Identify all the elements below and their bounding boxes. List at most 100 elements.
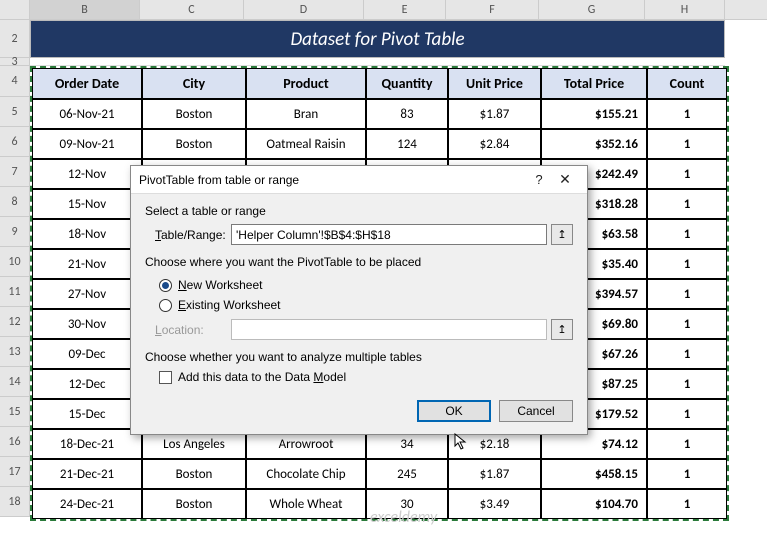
row-header[interactable]: 11 xyxy=(0,277,30,307)
cell-order-date[interactable]: 18-Nov xyxy=(32,219,142,249)
header-quantity[interactable]: Quantity xyxy=(366,68,448,99)
cell-product[interactable]: Chocolate Chip xyxy=(246,459,366,489)
row-header[interactable]: 6 xyxy=(0,127,30,157)
column-header-row: B C D E F G H xyxy=(0,0,767,20)
help-button[interactable]: ? xyxy=(527,172,551,187)
radio-existing-worksheet[interactable]: Existing Worksheet xyxy=(159,295,573,315)
checkbox-icon xyxy=(159,371,172,384)
row-header[interactable]: 14 xyxy=(0,367,30,397)
cell-count[interactable]: 1 xyxy=(647,399,727,429)
radio-new-worksheet[interactable]: New Worksheet xyxy=(159,275,573,295)
cell-total-price[interactable]: $104.70 xyxy=(541,489,647,519)
range-label: Table/Range: xyxy=(145,228,231,242)
row-header[interactable]: 2 xyxy=(0,20,30,58)
ok-button[interactable]: OK xyxy=(417,400,491,422)
col-header-E[interactable]: E xyxy=(364,0,446,19)
header-count[interactable]: Count xyxy=(647,68,727,99)
header-unit-price[interactable]: Unit Price xyxy=(448,68,541,99)
cell-total-price[interactable]: $352.16 xyxy=(541,129,647,159)
cell-quantity[interactable]: 30 xyxy=(366,489,448,519)
cell-count[interactable]: 1 xyxy=(647,339,727,369)
cell-count[interactable]: 1 xyxy=(647,189,727,219)
cell-product[interactable]: Bran xyxy=(246,99,366,129)
cell-order-date[interactable]: 12-Nov xyxy=(32,159,142,189)
cell-city[interactable]: Boston xyxy=(142,129,246,159)
cell-product[interactable]: Oatmeal Raisin xyxy=(246,129,366,159)
cell-city[interactable]: Boston xyxy=(142,489,246,519)
row-header[interactable]: 17 xyxy=(0,457,30,487)
cell-order-date[interactable]: 27-Nov xyxy=(32,279,142,309)
cell-order-date[interactable]: 18-Dec-21 xyxy=(32,429,142,459)
cell-order-date[interactable]: 12-Dec xyxy=(32,369,142,399)
cell-unit-price[interactable]: $3.49 xyxy=(448,489,541,519)
row-header[interactable]: 10 xyxy=(0,247,30,277)
cell-count[interactable]: 1 xyxy=(647,159,727,189)
cell-order-date[interactable]: 06-Nov-21 xyxy=(32,99,142,129)
cell-count[interactable]: 1 xyxy=(647,219,727,249)
cell-order-date[interactable]: 24-Dec-21 xyxy=(32,489,142,519)
section-select-range: Select a table or range xyxy=(145,204,573,218)
cell-order-date[interactable]: 21-Dec-21 xyxy=(32,459,142,489)
collapse-range-icon[interactable]: ↥ xyxy=(551,224,573,245)
col-header-B[interactable]: B xyxy=(30,0,140,19)
row-header[interactable]: 12 xyxy=(0,307,30,337)
cell-count[interactable]: 1 xyxy=(647,129,727,159)
location-input[interactable] xyxy=(231,319,547,340)
cell-count[interactable]: 1 xyxy=(647,249,727,279)
cell-order-date[interactable]: 15-Dec xyxy=(32,399,142,429)
close-button[interactable]: ✕ xyxy=(551,171,579,188)
pivottable-dialog: PivotTable from table or range ? ✕ Selec… xyxy=(130,165,588,435)
row-header[interactable]: 4 xyxy=(0,66,30,97)
cell-quantity[interactable]: 124 xyxy=(366,129,448,159)
cell-unit-price[interactable]: $1.87 xyxy=(448,99,541,129)
checkbox-data-model[interactable]: Add this data to the Data Model xyxy=(145,370,573,384)
cell-unit-price[interactable]: $2.84 xyxy=(448,129,541,159)
col-header-C[interactable]: C xyxy=(140,0,244,19)
cell-total-price[interactable]: $155.21 xyxy=(541,99,647,129)
cell-count[interactable]: 1 xyxy=(647,309,727,339)
row-header[interactable]: 13 xyxy=(0,337,30,367)
section-placement: Choose where you want the PivotTable to … xyxy=(145,255,573,269)
cell-quantity[interactable]: 83 xyxy=(366,99,448,129)
col-header-G[interactable]: G xyxy=(539,0,645,19)
header-product[interactable]: Product xyxy=(246,68,366,99)
row-header[interactable]: 16 xyxy=(0,427,30,457)
row-header[interactable]: 7 xyxy=(0,157,30,187)
cell-order-date[interactable]: 09-Nov-21 xyxy=(32,129,142,159)
col-header-D[interactable]: D xyxy=(244,0,364,19)
cell-city[interactable]: Boston xyxy=(142,459,246,489)
cell-product[interactable]: Whole Wheat xyxy=(246,489,366,519)
cell-count[interactable]: 1 xyxy=(647,279,727,309)
cell-order-date[interactable]: 09-Dec xyxy=(32,339,142,369)
header-order-date[interactable]: Order Date xyxy=(32,68,142,99)
row-header[interactable]: 9 xyxy=(0,217,30,247)
cell-count[interactable]: 1 xyxy=(647,459,727,489)
cell-quantity[interactable]: 245 xyxy=(366,459,448,489)
cell-order-date[interactable]: 15-Nov xyxy=(32,189,142,219)
cell-count[interactable]: 1 xyxy=(647,489,727,519)
dataset-title[interactable]: Dataset for Pivot Table xyxy=(30,20,725,58)
row-header[interactable]: 5 xyxy=(0,97,30,127)
col-header-H[interactable]: H xyxy=(645,0,725,19)
cell-count[interactable]: 1 xyxy=(647,99,727,129)
cell-order-date[interactable]: 30-Nov xyxy=(32,309,142,339)
location-label: Location: xyxy=(145,323,231,337)
cell-order-date[interactable]: 21-Nov xyxy=(32,249,142,279)
cell-count[interactable]: 1 xyxy=(647,369,727,399)
cell-total-price[interactable]: $458.15 xyxy=(541,459,647,489)
header-total-price[interactable]: Total Price xyxy=(541,68,647,99)
cell-unit-price[interactable]: $1.87 xyxy=(448,459,541,489)
collapse-location-icon[interactable]: ↥ xyxy=(551,319,573,340)
cell-city[interactable]: Boston xyxy=(142,99,246,129)
row-header[interactable]: 3 xyxy=(0,58,30,66)
table-range-input[interactable] xyxy=(231,224,547,245)
row-header[interactable]: 18 xyxy=(0,487,30,517)
row-header[interactable]: 8 xyxy=(0,187,30,217)
col-header-F[interactable]: F xyxy=(446,0,539,19)
row-header[interactable]: 15 xyxy=(0,397,30,427)
cell-count[interactable]: 1 xyxy=(647,429,727,459)
header-city[interactable]: City xyxy=(142,68,246,99)
empty-row[interactable] xyxy=(30,58,725,66)
cancel-button[interactable]: Cancel xyxy=(499,400,573,422)
dialog-titlebar[interactable]: PivotTable from table or range ? ✕ xyxy=(131,166,587,194)
